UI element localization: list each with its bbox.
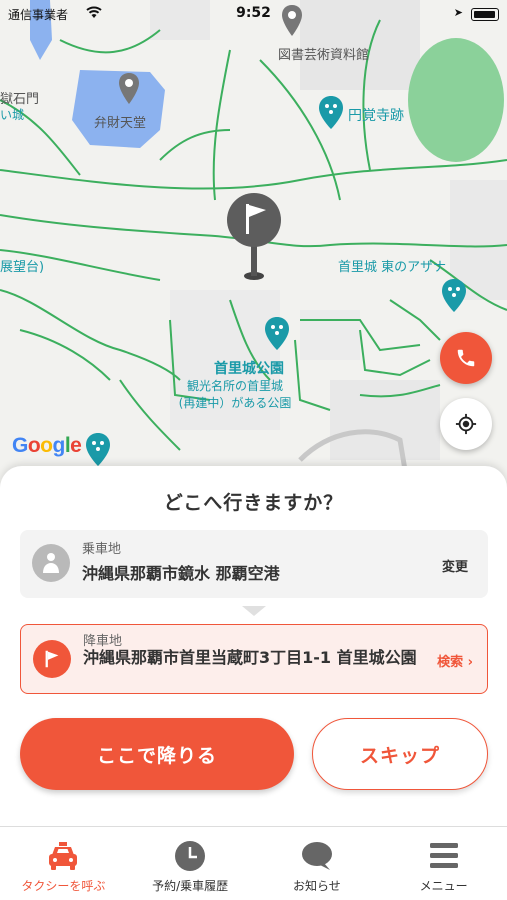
dropoff-value: 沖縄県那覇市首里当蔵町3丁目1-1 首里城公園: [83, 648, 417, 667]
skip-button[interactable]: スキップ: [312, 718, 488, 790]
google-letter-3: o: [40, 434, 53, 457]
map-label-observatory: 展望台): [0, 260, 45, 275]
phone-icon: [457, 349, 475, 367]
menu-icon: [429, 843, 458, 868]
pickup-label: 乗車地: [82, 542, 122, 557]
status-bar: 通信事業者 9:52 ➤: [0, 0, 507, 28]
tab-notifications[interactable]: お知らせ: [254, 827, 381, 900]
change-pickup-button[interactable]: 変更: [442, 556, 468, 575]
google-logo: Google: [12, 434, 82, 458]
destination-sheet: どこへ行きますか？ 乗車地 沖縄県那覇市鏡水 那覇空港 変更 降車地 沖縄県那覇…: [0, 466, 507, 826]
map-label-castle-left: い城: [0, 108, 25, 122]
search-dropoff-button[interactable]: 検索 ›: [437, 651, 473, 670]
map-label-park-desc: 観光名所の首里城 (再建中）がある公園: [172, 378, 298, 412]
current-location-button[interactable]: [440, 398, 492, 450]
tab-history[interactable]: 予約/乗車履歴: [127, 827, 254, 900]
tab-history-label: 予約/乗車履歴: [152, 879, 229, 893]
pickup-card[interactable]: 乗車地 沖縄県那覇市鏡水 那覇空港 変更: [20, 530, 488, 598]
crosshair-icon: [455, 413, 477, 435]
sheet-title: どこへ行きますか？: [163, 492, 344, 514]
battery-icon: [471, 8, 499, 21]
map-poi-azana-icon[interactable]: [441, 278, 467, 314]
google-letter-6: e: [70, 434, 82, 457]
call-button[interactable]: [440, 332, 492, 384]
park-desc-line-2: (再建中）がある公園: [178, 396, 292, 410]
google-letter-1: G: [12, 434, 28, 457]
map-pin-benzaiten-icon[interactable]: [118, 72, 140, 106]
google-letter-4: g: [52, 434, 66, 457]
map-label-benzaiten: 弁財天堂: [94, 116, 147, 131]
map-label-azana: 首里城 東のアザナ: [338, 260, 447, 275]
destination-marker-icon[interactable]: [226, 192, 282, 282]
tab-menu[interactable]: メニュー: [380, 827, 507, 900]
person-icon: [32, 544, 70, 582]
clock-icon: [175, 841, 206, 871]
location-arrow-icon: ➤: [453, 6, 463, 19]
park-desc-line-1: 観光名所の首里城: [186, 379, 283, 393]
map-view[interactable]: 図書芸術資料館 弁財天堂 円覚寺跡 獄石門 い城 展望台) 首里城 東のアザナ …: [0, 0, 507, 500]
clock: 9:52: [236, 5, 271, 21]
dropoff-label: 降車地: [83, 634, 123, 649]
dropoff-card[interactable]: 降車地 沖縄県那覇市首里当蔵町3丁目1-1 首里城公園 検索 ›: [20, 624, 488, 694]
map-label-enkakuji: 円覚寺跡: [348, 108, 404, 124]
flag-icon: [33, 640, 71, 678]
pickup-value: 沖縄県那覇市鏡水 那覇空港: [82, 564, 280, 583]
tab-notifications-label: お知らせ: [292, 879, 341, 893]
map-label-shureimon: 獄石門: [0, 92, 40, 107]
map-poi-park-icon[interactable]: [264, 316, 290, 352]
tab-call-taxi-label: タクシーを呼ぶ: [21, 879, 106, 893]
taxi-icon: [49, 842, 78, 870]
map-poi-enkakuji-icon[interactable]: [318, 95, 344, 131]
drop-here-button[interactable]: ここで降りる: [20, 718, 294, 790]
map-label-park: 首里城公園: [214, 361, 284, 377]
google-letter-2: o: [27, 434, 41, 457]
chat-bubble-icon: [301, 842, 332, 870]
tab-call-taxi[interactable]: タクシーを呼ぶ: [0, 827, 127, 900]
map-poi-bottom-icon[interactable]: [85, 432, 111, 468]
pointer-triangle: [242, 606, 266, 616]
tab-bar: タクシーを呼ぶ 予約/乗車履歴 お知らせ メニュー: [0, 826, 507, 900]
tab-menu-label: メニュー: [419, 879, 468, 893]
map-label-library: 図書芸術資料館: [278, 48, 370, 63]
